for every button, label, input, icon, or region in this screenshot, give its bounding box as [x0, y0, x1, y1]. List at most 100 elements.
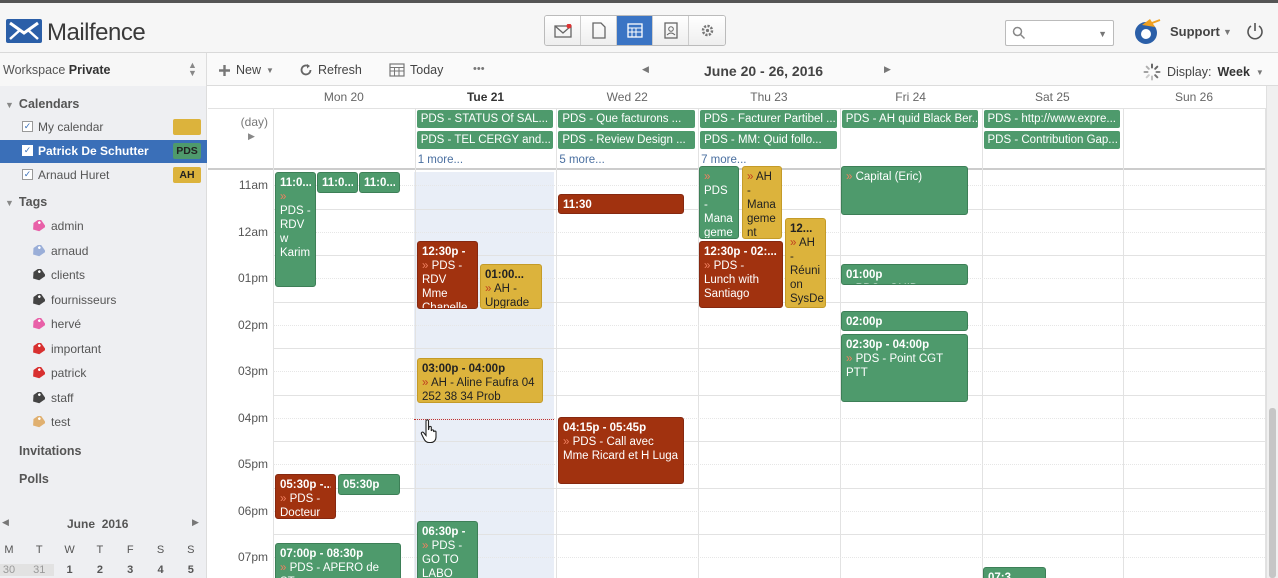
- mini-day[interactable]: 1: [55, 564, 85, 576]
- calendar-event[interactable]: 11:0...» PDS - RDV w Karim: [275, 172, 316, 287]
- documents-app-button[interactable]: [581, 16, 617, 45]
- tags-section-header[interactable]: ▼ Tags: [5, 195, 47, 209]
- calendar-event[interactable]: 06:30p -» PDS - GO TO LABO: [417, 521, 478, 578]
- more-events-link[interactable]: 7 more...: [701, 154, 746, 166]
- previous-week-icon[interactable]: ◀: [642, 64, 649, 75]
- calendar-event[interactable]: 05:30p» ...: [338, 474, 400, 495]
- calendar-item-arnaud-huret[interactable]: ✓ Arnaud Huret AH: [0, 164, 207, 187]
- all-day-event[interactable]: PDS - Facturer Partibel ...: [700, 110, 837, 128]
- tag-item-patrick[interactable]: patrick: [0, 362, 207, 384]
- calendar-event[interactable]: 12:30p -» PDS - RDV Mme Chapelle Octeena…: [417, 241, 478, 309]
- calendars-section-header[interactable]: ▼ Calendars: [5, 97, 79, 111]
- mini-next-month-icon[interactable]: ▶: [192, 517, 199, 528]
- calendar-event[interactable]: 11:0...: [317, 172, 358, 193]
- more-events-link[interactable]: 5 more...: [559, 154, 604, 166]
- polls-link[interactable]: Polls: [19, 472, 49, 486]
- calendar-event[interactable]: 02:00p» PDS - Points ...: [841, 311, 968, 331]
- tag-item-important[interactable]: important: [0, 338, 207, 360]
- tag-item-test[interactable]: test: [0, 411, 207, 433]
- mini-day[interactable]: 3: [115, 564, 145, 576]
- search-options-chevron-icon[interactable]: ▼: [1098, 29, 1107, 39]
- more-actions-icon[interactable]: •••: [473, 63, 485, 75]
- all-day-event[interactable]: PDS - Review Design ...: [558, 131, 696, 149]
- contacts-app-button[interactable]: [653, 16, 689, 45]
- calendar-app-button[interactable]: [617, 16, 653, 45]
- day-header[interactable]: Mon 20: [273, 86, 415, 108]
- mini-day[interactable]: 30: [0, 564, 24, 576]
- invitations-link[interactable]: Invitations: [19, 444, 82, 458]
- tag-item-staff[interactable]: staff: [0, 387, 207, 409]
- calendar-tag-badge[interactable]: PDS: [173, 143, 201, 159]
- search-input[interactable]: ▼: [1005, 20, 1114, 46]
- all-day-event[interactable]: PDS - Que facturons ...: [558, 110, 696, 128]
- calendar-event[interactable]: 11:0...: [359, 172, 400, 193]
- more-events-link[interactable]: 1 more...: [418, 154, 463, 166]
- calendar-event[interactable]: 01:00p» PDS - QUID ...: [841, 264, 968, 285]
- day-header[interactable]: Thu 23: [698, 86, 840, 108]
- refresh-button[interactable]: Refresh: [299, 63, 362, 77]
- new-button[interactable]: New ▼: [218, 63, 274, 77]
- support-menu[interactable]: Support: [1170, 24, 1220, 39]
- support-avatar-icon[interactable]: [1133, 17, 1163, 50]
- tag-item-hervé[interactable]: hervé: [0, 313, 207, 335]
- today-button[interactable]: Today: [389, 63, 443, 77]
- calendar-event[interactable]: 03:00p - 04:00p» AH - Aline Faufra 04 25…: [417, 358, 543, 403]
- next-week-icon[interactable]: ▶: [884, 64, 891, 75]
- calendar-item-my-calendar[interactable]: ✓ My calendar: [0, 116, 207, 139]
- calendar-event[interactable]: 12:30p - 02:...» PDS - Lunch with Santia…: [699, 241, 783, 308]
- mini-weekday: F: [126, 544, 134, 556]
- calendar-event[interactable]: 12...» AH - Réuni on SysDe v: [785, 218, 826, 308]
- calendar-event[interactable]: » Capital (Eric): [841, 166, 968, 215]
- mini-day[interactable]: 4: [146, 564, 176, 576]
- calendar-event[interactable]: 05:30p -...» PDS - Docteur: [275, 474, 336, 519]
- day-header[interactable]: Tue 21: [415, 86, 557, 108]
- tag-item-clients[interactable]: clients: [0, 264, 207, 286]
- tag-item-arnaud[interactable]: arnaud: [0, 240, 207, 262]
- event-title: AH - Aline Faufra 04 252 38 34 Prob: [422, 377, 535, 403]
- calendar-event[interactable]: 07:3...: [983, 567, 1046, 578]
- day-header[interactable]: Wed 22: [556, 86, 698, 108]
- display-mode-selector[interactable]: Display: Week ▼: [1143, 63, 1264, 81]
- calendar-event[interactable]: » AH - Mana geme nt Meeti: [742, 166, 782, 239]
- mini-prev-month-icon[interactable]: ◀: [2, 517, 9, 528]
- brand-name: Mailfence: [47, 19, 146, 46]
- workspace-selector[interactable]: Workspace Private ▲ ▼: [0, 53, 207, 86]
- mini-day[interactable]: 31: [24, 564, 55, 576]
- all-day-event[interactable]: PDS - MM: Quid follo...: [700, 131, 837, 149]
- all-day-event[interactable]: PDS - AH quid Black Ber...: [841, 110, 979, 128]
- mini-day[interactable]: 5: [176, 564, 206, 576]
- mini-day[interactable]: 2: [85, 564, 115, 576]
- mail-app-button[interactable]: [545, 16, 581, 45]
- calendar-event[interactable]: » PDS - Mana geme nt: [699, 166, 739, 239]
- day-header[interactable]: Sun 26: [1123, 86, 1265, 108]
- checkbox[interactable]: ✓: [22, 145, 33, 156]
- tag-item-admin[interactable]: admin: [0, 215, 207, 237]
- half-hour-line: [273, 510, 1265, 512]
- calendar-item-patrick-de-schutter[interactable]: ✓ Patrick De Schutter PDS: [0, 140, 207, 163]
- logout-power-icon[interactable]: [1246, 22, 1264, 43]
- tag-item-fournisseurs[interactable]: fournisseurs: [0, 289, 207, 311]
- calendar-event[interactable]: 07:00p - 08:30p» PDS - APERO de ST: [275, 543, 401, 578]
- support-chevron-down-icon[interactable]: ▼: [1223, 27, 1232, 37]
- calendar-event[interactable]: 02:30p - 04:00p» PDS - Point CGT PTT: [841, 334, 968, 402]
- day-header[interactable]: Fri 24: [840, 86, 982, 108]
- all-day-event[interactable]: PDS - Contribution Gap...: [983, 131, 1121, 149]
- settings-app-button[interactable]: [689, 16, 725, 45]
- expand-allday-triangle-icon[interactable]: ▶: [248, 131, 255, 142]
- checkbox[interactable]: ✓: [22, 121, 33, 132]
- mailfence-logo-icon[interactable]: [6, 19, 42, 43]
- calendar-event[interactable]: 01:00...» AH - Upgrade: [480, 264, 542, 309]
- all-day-event[interactable]: PDS - http://www.expre...: [983, 110, 1121, 128]
- calendar-event[interactable]: 11:30» PDS - Meeti...: [558, 194, 684, 214]
- workspace-arrows-icon[interactable]: ▲ ▼: [188, 61, 197, 78]
- calendar-tag-badge[interactable]: AH: [173, 167, 201, 183]
- checkbox[interactable]: ✓: [22, 169, 33, 180]
- all-day-event[interactable]: PDS - STATUS Of SAL...: [416, 110, 554, 128]
- calendar-color-swatch[interactable]: [173, 119, 201, 135]
- day-header[interactable]: Sat 25: [982, 86, 1124, 108]
- all-day-event[interactable]: PDS - TEL CERGY and...: [416, 131, 554, 149]
- calendar-scrollbar[interactable]: [1266, 86, 1278, 578]
- scrollbar-thumb[interactable]: [1269, 408, 1276, 578]
- tag-name: patrick: [51, 366, 87, 380]
- calendar-event[interactable]: 04:15p - 05:45p» PDS - Call avec Mme Ric…: [558, 417, 684, 484]
